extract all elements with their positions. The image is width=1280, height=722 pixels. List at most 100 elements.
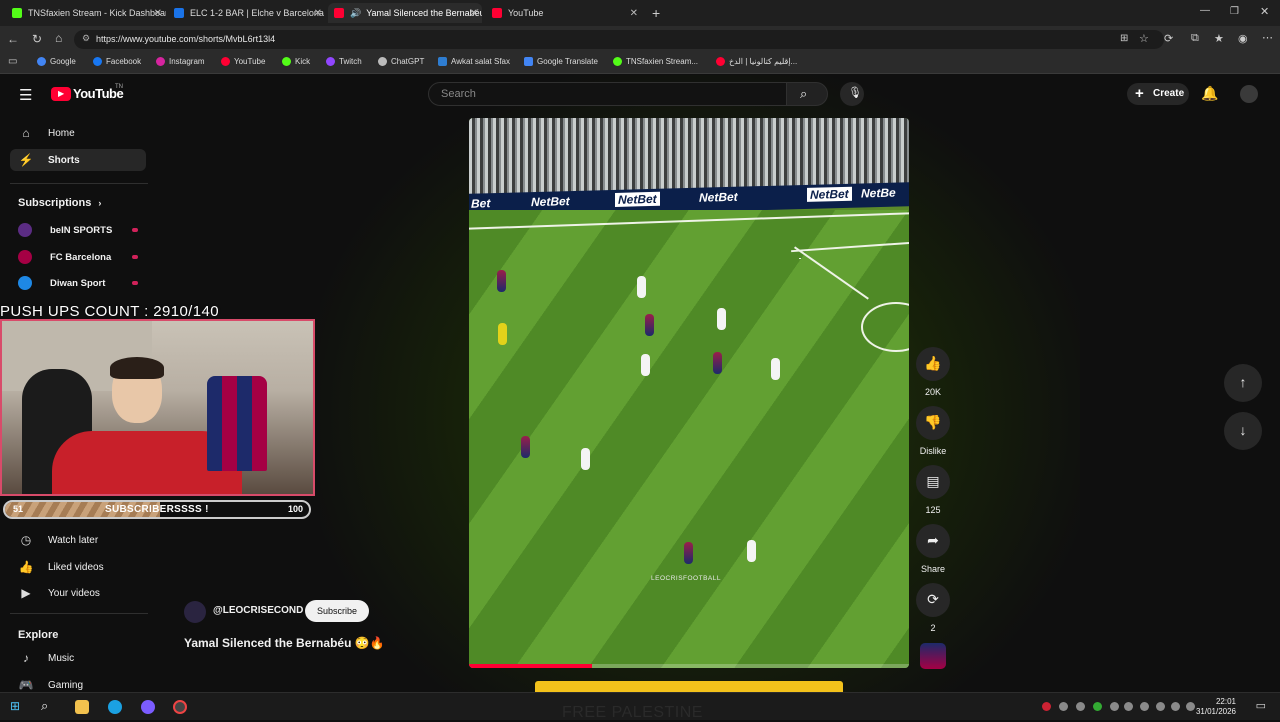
tray-icon[interactable]: [1042, 702, 1051, 711]
file-explorer-icon[interactable]: [75, 700, 89, 714]
profile-icon[interactable]: ◉: [1238, 32, 1248, 45]
account-avatar[interactable]: [1240, 85, 1258, 103]
create-button[interactable]: + Create: [1127, 83, 1189, 105]
previous-short-button[interactable]: ↑: [1224, 364, 1262, 402]
pushups-counter: PUSH UPS COUNT : 2910/140: [0, 303, 219, 320]
comments-button[interactable]: ▤ 125: [916, 465, 950, 515]
bookmark-awkat-salat[interactable]: Awkat salat Sfax: [438, 57, 510, 66]
subscribe-button[interactable]: Subscribe: [305, 600, 369, 622]
chatgpt-icon: [378, 57, 387, 66]
close-icon[interactable]: ✕: [630, 8, 638, 19]
tab-kick-dashboard[interactable]: TNSfaxien Stream - Kick Dashboar ✕: [6, 3, 166, 23]
extensions-icon[interactable]: ⟳: [1164, 32, 1173, 45]
sound-thumbnail[interactable]: [920, 643, 946, 669]
close-icon[interactable]: ✕: [314, 8, 322, 19]
video-progress-bar[interactable]: [469, 664, 909, 668]
subscription-bein-sports[interactable]: beIN SPORTS: [10, 219, 146, 241]
search-button[interactable]: ⌕: [786, 82, 828, 106]
bookmark-youtube[interactable]: YouTube: [221, 57, 265, 66]
wifi-icon[interactable]: [1171, 702, 1180, 711]
bookmark-twitch[interactable]: Twitch: [326, 57, 362, 66]
reload-icon[interactable]: ↻: [32, 32, 42, 46]
bookmark-tnsfaxien[interactable]: TNSfaxien Stream...: [613, 57, 698, 66]
channel-name[interactable]: @LEOCRISECOND: [213, 605, 303, 616]
maximize-icon[interactable]: ❐: [1230, 6, 1239, 17]
minimize-icon[interactable]: —: [1200, 5, 1210, 16]
tab-yamal-short[interactable]: 🔊 Yamal Silenced the Bernabéu ✕: [328, 3, 482, 23]
sidebar-item-your-videos[interactable]: ▶ Your videos: [10, 582, 146, 604]
tray-icon[interactable]: [1110, 702, 1119, 711]
sidebar-item-gaming[interactable]: 🎮 Gaming: [10, 674, 146, 692]
tray-icon[interactable]: [1059, 702, 1068, 711]
share-button[interactable]: ➦ Share: [916, 524, 950, 574]
bookmark-instagram[interactable]: Instagram: [156, 57, 205, 66]
short-video-player[interactable]: Bet NetBet NetBet NetBet NetBet NetBe LE…: [469, 118, 909, 668]
voice-search-button[interactable]: 🎙: [840, 82, 864, 106]
app-available-icon[interactable]: ⊞: [1120, 33, 1128, 44]
like-button[interactable]: 👍 20K: [916, 347, 950, 397]
network-icon[interactable]: [1156, 702, 1165, 711]
next-short-preview[interactable]: [535, 681, 843, 692]
tray-icon[interactable]: [1124, 702, 1133, 711]
next-short-button[interactable]: ↓: [1224, 412, 1262, 450]
player-real-madrid: [637, 276, 646, 298]
subscription-fc-barcelona[interactable]: FC Barcelona: [10, 246, 146, 268]
taskbar-clock[interactable]: 22:01 31/01/2026: [1196, 697, 1236, 717]
favorite-star-icon[interactable]: ☆: [1139, 32, 1149, 45]
search-input[interactable]: Search: [428, 82, 788, 106]
obs-icon[interactable]: [173, 700, 187, 714]
bookmark-google-translate[interactable]: Google Translate: [524, 57, 598, 66]
dislike-label: Dislike: [919, 446, 947, 456]
bookmark-catalonia[interactable]: إقليم كتالونيا | الدخ...: [716, 57, 797, 66]
player-yamal: [684, 542, 693, 564]
notifications-icon[interactable]: ▭: [1256, 699, 1266, 712]
windows-start-icon[interactable]: ⊞: [10, 699, 20, 713]
channel-avatar[interactable]: [184, 601, 206, 623]
window-close-icon[interactable]: ✕: [1260, 5, 1269, 18]
home-icon[interactable]: ⌂: [55, 31, 62, 45]
sidebar-item-liked-videos[interactable]: 👍 Liked videos: [10, 556, 146, 578]
close-icon[interactable]: ✕: [470, 8, 478, 19]
back-icon[interactable]: ←: [7, 32, 19, 46]
url-field[interactable]: ⚙ https://www.youtube.com/shorts/MvbL6rt…: [74, 30, 1164, 49]
thumbs-down-icon: 👎: [916, 406, 950, 440]
tray-icon[interactable]: [1076, 702, 1085, 711]
short-title[interactable]: Yamal Silenced the Bernabéu 😳🔥: [184, 636, 385, 650]
youtube-logo-icon[interactable]: ▶: [51, 87, 71, 101]
sidebar-item-watch-later[interactable]: ◷ Watch later: [10, 529, 146, 551]
dislike-button[interactable]: 👎 Dislike: [916, 406, 950, 456]
collections-icon[interactable]: ★: [1214, 32, 1224, 45]
sports-icon: [174, 8, 184, 18]
sidebar-item-home[interactable]: ⌂ Home: [10, 122, 146, 144]
menu-icon[interactable]: ☰: [19, 86, 32, 104]
split-screen-icon[interactable]: ⧉: [1191, 32, 1199, 45]
player-barcelona: [497, 270, 506, 292]
more-menu-icon[interactable]: ⋯: [1262, 31, 1273, 44]
bookmark-chatgpt[interactable]: ChatGPT: [378, 57, 424, 66]
volume-icon[interactable]: [1186, 702, 1195, 711]
tab-actions-icon[interactable]: ▭: [8, 56, 17, 67]
sidebar-item-shorts[interactable]: ⚡ Shorts: [10, 149, 146, 171]
notifications-bell-icon[interactable]: 🔔: [1201, 85, 1218, 102]
ad-text: NetBet: [807, 186, 852, 202]
subscriptions-heading[interactable]: Subscriptions ›: [18, 197, 101, 209]
new-tab-icon[interactable]: +: [652, 5, 660, 21]
site-info-icon[interactable]: ⚙: [82, 33, 90, 44]
app-icon[interactable]: [141, 700, 155, 714]
edge-browser-icon[interactable]: [108, 700, 122, 714]
remix-button[interactable]: ⟳ 2: [916, 583, 950, 633]
bookmark-kick[interactable]: Kick: [282, 57, 310, 66]
subscription-diwan-sport[interactable]: Diwan Sport: [10, 272, 146, 294]
subscriber-goal-bar: 51 SUBSCRIBERSSSS ! 100: [3, 500, 311, 519]
speaker-icon[interactable]: 🔊: [350, 8, 361, 19]
sidebar-divider: [10, 613, 148, 614]
tab-youtube[interactable]: YouTube ✕: [486, 3, 642, 23]
bookmark-facebook[interactable]: Facebook: [93, 57, 141, 66]
close-icon[interactable]: ✕: [154, 8, 162, 19]
tab-elche-barcelona[interactable]: ELC 1-2 BAR | Elche v Barcelona 3 ✕: [168, 3, 326, 23]
mic-tray-icon[interactable]: [1140, 702, 1149, 711]
tray-icon[interactable]: [1093, 702, 1102, 711]
search-icon[interactable]: ⌕: [41, 698, 48, 714]
bookmark-google[interactable]: Google: [37, 57, 76, 66]
sidebar-item-music[interactable]: ♪ Music: [10, 647, 146, 669]
